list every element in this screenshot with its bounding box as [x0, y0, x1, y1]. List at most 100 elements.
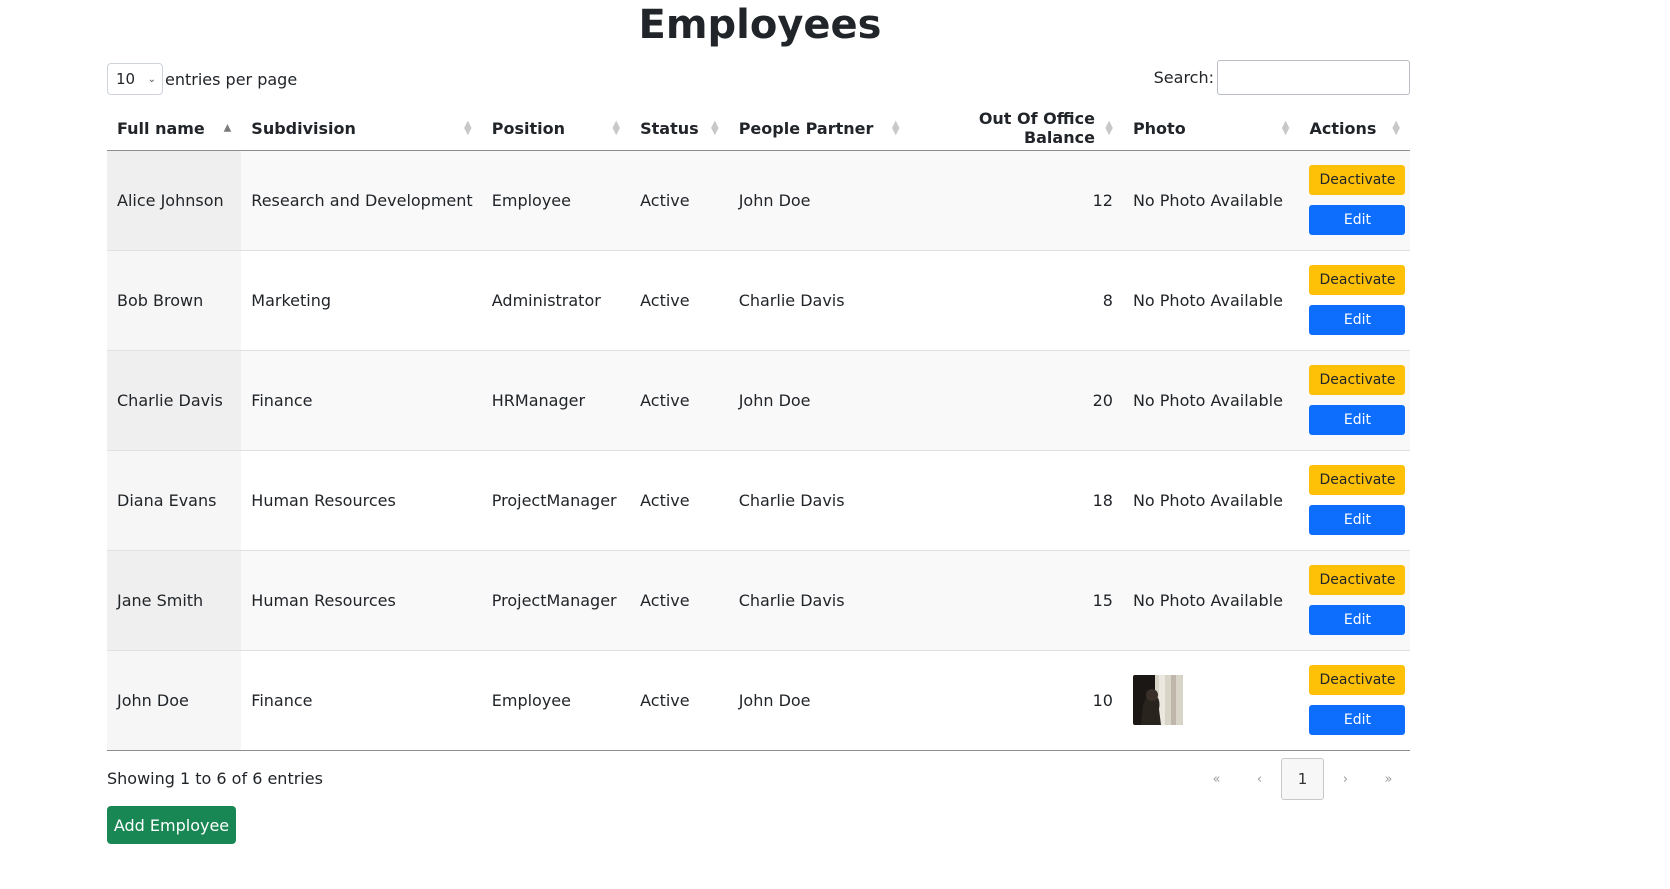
cell-status: Active [630, 350, 729, 451]
sort-icon: ▲ ▼ [710, 119, 719, 138]
table-header-row: Full name ▲ Subdivision ▲ ▼ Position ▲ ▼ S… [107, 107, 1410, 151]
cell-people-partner: Charlie Davis [728, 550, 910, 651]
cell-photo [1122, 650, 1300, 751]
cell-people-partner: Charlie Davis [728, 450, 910, 551]
search-control: Search: [1154, 60, 1410, 95]
entries-per-page-label: entries per page [165, 69, 298, 89]
cell-people-partner: John Doe [728, 350, 910, 451]
pagination: « ‹ 1 › » [1195, 758, 1410, 800]
deactivate-button[interactable]: Deactivate [1309, 365, 1406, 395]
search-label: Search: [1153, 68, 1214, 87]
pagination-first-button[interactable]: « [1195, 758, 1238, 800]
column-header-status[interactable]: Status ▲ ▼ [630, 107, 729, 151]
cell-status: Active [630, 450, 729, 551]
deactivate-button[interactable]: Deactivate [1309, 565, 1406, 595]
column-header-actions[interactable]: Actions ▲ ▼ [1299, 107, 1410, 151]
cell-balance: 10 [909, 650, 1123, 751]
table-row: Alice Johnson Research and Development E… [107, 150, 1410, 251]
column-header-photo[interactable]: Photo ▲ ▼ [1122, 107, 1300, 151]
employee-photo [1132, 675, 1183, 725]
cell-photo: No Photo Available [1122, 350, 1300, 451]
cell-actions: Deactivate Edit [1299, 150, 1410, 251]
pagination-page-1[interactable]: 1 [1281, 758, 1324, 800]
cell-status: Active [630, 550, 729, 651]
cell-status: Active [630, 150, 729, 251]
cell-actions: Deactivate Edit [1299, 450, 1410, 551]
search-input[interactable] [1217, 60, 1410, 95]
cell-people-partner: John Doe [728, 150, 910, 251]
deactivate-button[interactable]: Deactivate [1309, 165, 1406, 195]
chevron-down-icon: ⌄ [147, 73, 156, 85]
table-row: Jane Smith Human Resources ProjectManage… [107, 550, 1410, 651]
table-info: Showing 1 to 6 of 6 entries [107, 769, 323, 788]
edit-button[interactable]: Edit [1309, 405, 1406, 435]
cell-subdivision: Human Resources [241, 550, 482, 651]
table-row: John Doe Finance Employee Active John Do… [107, 650, 1410, 751]
deactivate-button[interactable]: Deactivate [1309, 665, 1406, 695]
edit-button[interactable]: Edit [1309, 605, 1406, 635]
cell-balance: 8 [909, 250, 1123, 351]
cell-actions: Deactivate Edit [1299, 350, 1410, 451]
employees-table: Full name ▲ Subdivision ▲ ▼ Position ▲ ▼ S… [107, 107, 1410, 751]
sort-icon: ▲ ▼ [891, 119, 900, 138]
cell-full-name: Bob Brown [107, 250, 242, 351]
cell-actions: Deactivate Edit [1299, 550, 1410, 651]
column-header-subdivision[interactable]: Subdivision ▲ ▼ [241, 107, 482, 151]
cell-photo: No Photo Available [1122, 550, 1300, 651]
entries-per-page-value: 10 [116, 70, 136, 88]
cell-actions: Deactivate Edit [1299, 250, 1410, 351]
cell-subdivision: Finance [241, 350, 482, 451]
entries-length-control: 10 ⌄ entries per page [107, 62, 297, 96]
cell-balance: 20 [909, 350, 1123, 451]
sort-icon: ▲ ▼ [1392, 119, 1400, 138]
cell-full-name: Diana Evans [107, 450, 242, 551]
cell-position: Administrator [481, 250, 631, 351]
cell-position: ProjectManager [481, 550, 631, 651]
edit-button[interactable]: Edit [1309, 205, 1406, 235]
sort-ascending-icon: ▲ [223, 122, 232, 134]
cell-photo: No Photo Available [1122, 450, 1300, 551]
page-title: Employees [638, 2, 882, 48]
cell-balance: 18 [909, 450, 1123, 551]
cell-subdivision: Research and Development [241, 150, 482, 251]
column-header-position[interactable]: Position ▲ ▼ [481, 107, 631, 151]
cell-subdivision: Human Resources [241, 450, 482, 551]
pagination-last-button[interactable]: » [1367, 758, 1410, 800]
cell-position: Employee [481, 150, 631, 251]
cell-position: Employee [481, 650, 631, 751]
sort-icon: ▲ ▼ [464, 119, 472, 138]
sort-icon: ▲ ▼ [1281, 119, 1290, 138]
column-header-full-name[interactable]: Full name ▲ [107, 107, 242, 151]
column-header-out-of-office-balance[interactable]: Out Of Office Balance ▲ ▼ [909, 107, 1123, 151]
cell-full-name: John Doe [107, 650, 242, 751]
column-header-people-partner[interactable]: People Partner ▲ ▼ [728, 107, 910, 151]
table-row: Charlie Davis Finance HRManager Active J… [107, 350, 1410, 451]
cell-people-partner: Charlie Davis [728, 250, 910, 351]
table-controls: 10 ⌄ entries per page Search: [107, 60, 1410, 96]
cell-position: HRManager [481, 350, 631, 451]
table-row: Diana Evans Human Resources ProjectManag… [107, 450, 1410, 551]
cell-full-name: Charlie Davis [107, 350, 242, 451]
cell-photo: No Photo Available [1122, 250, 1300, 351]
table-row: Bob Brown Marketing Administrator Active… [107, 250, 1410, 351]
edit-button[interactable]: Edit [1309, 705, 1406, 735]
cell-status: Active [630, 250, 729, 351]
cell-balance: 12 [909, 150, 1123, 251]
cell-full-name: Alice Johnson [107, 150, 242, 251]
cell-position: ProjectManager [481, 450, 631, 551]
cell-actions: Deactivate Edit [1299, 650, 1410, 751]
edit-button[interactable]: Edit [1309, 505, 1406, 535]
pagination-next-button[interactable]: › [1324, 758, 1367, 800]
cell-full-name: Jane Smith [107, 550, 242, 651]
deactivate-button[interactable]: Deactivate [1309, 465, 1406, 495]
cell-people-partner: John Doe [728, 650, 910, 751]
sort-icon: ▲ ▼ [1105, 119, 1113, 138]
pagination-previous-button[interactable]: ‹ [1238, 758, 1281, 800]
cell-subdivision: Marketing [241, 250, 482, 351]
cell-balance: 15 [909, 550, 1123, 651]
cell-photo: No Photo Available [1122, 150, 1300, 251]
deactivate-button[interactable]: Deactivate [1309, 265, 1406, 295]
add-employee-button[interactable]: Add Employee [107, 806, 236, 844]
edit-button[interactable]: Edit [1309, 305, 1406, 335]
entries-per-page-select[interactable]: 10 ⌄ [107, 63, 163, 95]
